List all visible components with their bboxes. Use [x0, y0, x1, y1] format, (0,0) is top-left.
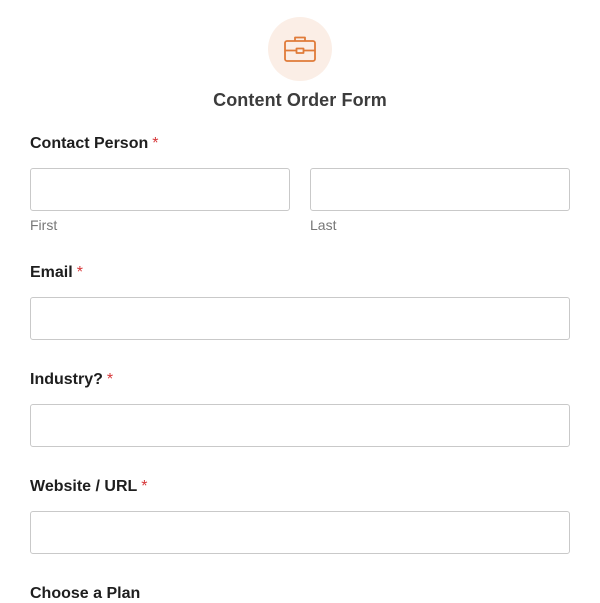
required-marker: *: [76, 264, 83, 281]
form-title: Content Order Form: [213, 90, 387, 110]
contact-person-label: Contact Person *: [30, 135, 158, 153]
required-marker: *: [152, 135, 159, 152]
email-input[interactable]: [30, 297, 570, 340]
form-header: Content Order Form: [0, 17, 600, 110]
form-icon-badge: [268, 17, 332, 81]
email-label-text: Email: [30, 264, 73, 281]
choose-plan-label-text: Choose a Plan: [30, 585, 141, 602]
last-name-sublabel: Last: [310, 217, 337, 233]
last-name-input[interactable]: [310, 168, 570, 211]
required-marker: *: [141, 478, 148, 495]
email-label: Email *: [30, 264, 83, 282]
choose-plan-label: Choose a Plan: [30, 585, 140, 603]
industry-label-text: Industry?: [30, 371, 103, 388]
first-name-input[interactable]: [30, 168, 290, 211]
website-label: Website / URL *: [30, 478, 148, 496]
required-marker: *: [106, 371, 114, 388]
industry-label: Industry? *: [30, 371, 113, 389]
website-label-text: Website / URL: [30, 478, 138, 495]
industry-input[interactable]: [30, 404, 570, 447]
website-input[interactable]: [30, 511, 570, 554]
first-name-sublabel: First: [30, 217, 58, 233]
contact-person-label-text: Contact Person: [30, 135, 149, 152]
briefcase-icon: [284, 36, 316, 62]
